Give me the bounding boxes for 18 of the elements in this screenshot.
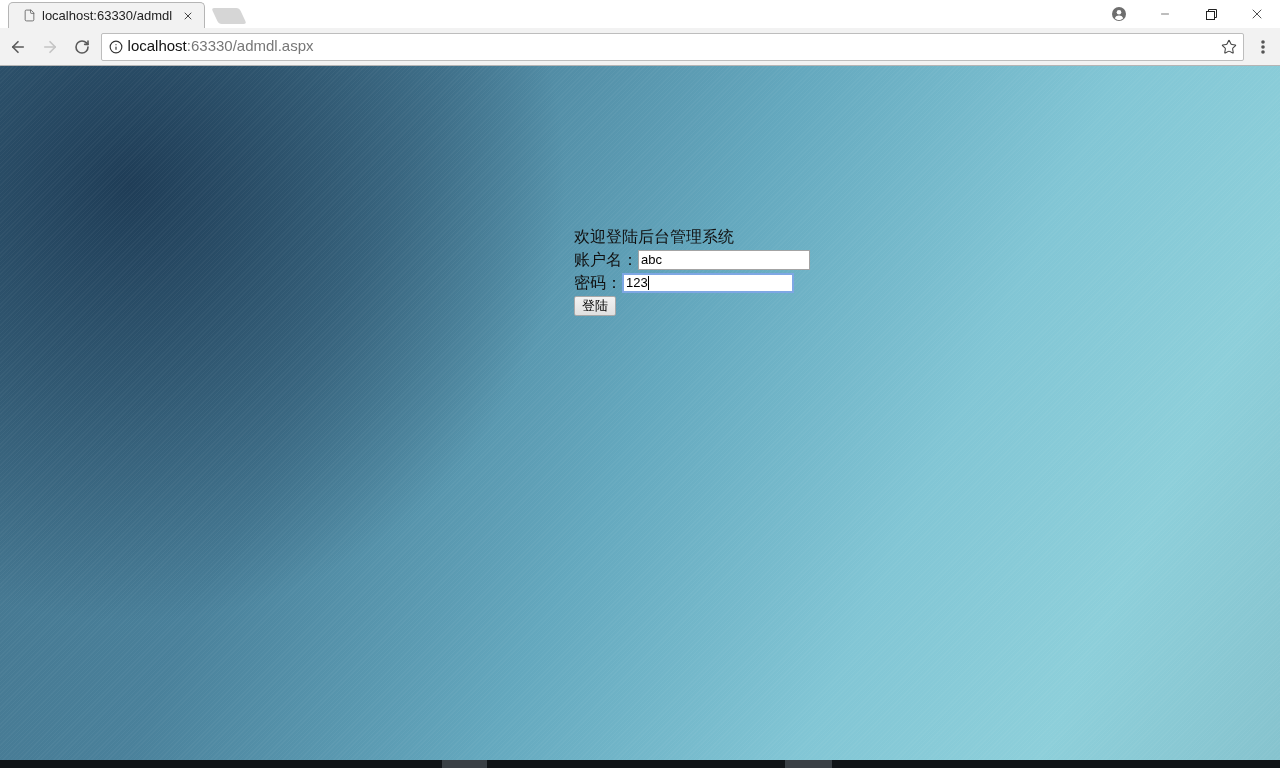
new-tab-button[interactable] — [211, 8, 247, 24]
text-cursor-icon — [647, 275, 649, 290]
browser-tab[interactable]: localhost:63330/admdl — [8, 2, 205, 28]
input-field[interactable]: abc — [638, 249, 810, 270]
info-icon — [108, 39, 123, 54]
menu-icon — [1261, 39, 1266, 54]
page-icon — [23, 9, 36, 22]
bookmark-star-icon[interactable] — [1221, 38, 1238, 55]
account-icon — [1112, 7, 1126, 21]
field-label: 账户名： — [574, 249, 638, 270]
input-field[interactable]: 123 — [622, 272, 794, 293]
address-field[interactable]: localhost:63330/admdl.aspx — [100, 32, 1245, 61]
field-label: 密码： — [574, 272, 622, 293]
login-button[interactable]: 登陆 — [574, 296, 616, 316]
tab-title: localhost:63330/admdl — [42, 6, 174, 25]
restore-icon — [1205, 8, 1217, 20]
reload-icon — [73, 38, 90, 55]
login-heading: 欢迎登陆后台管理系统 — [574, 227, 734, 247]
